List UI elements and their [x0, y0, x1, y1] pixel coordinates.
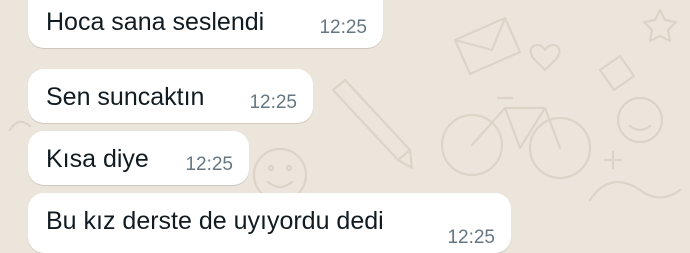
message-bubble[interactable]: Bu kız derste de uyıyordu dedi 12:25: [28, 193, 511, 253]
chat-messages[interactable]: Hoca sana seslendi 12:25 Sen suncaktın 1…: [0, 0, 690, 253]
message-timestamp: 12:25: [447, 227, 495, 248]
message-timestamp: 12:25: [319, 17, 367, 38]
message-text: Kısa diye: [46, 145, 149, 173]
message-bubble[interactable]: Kısa diye 12:25: [28, 131, 249, 185]
message-text: Bu kız derste de uyıyordu dedi: [46, 207, 384, 235]
message-bubble[interactable]: Hoca sana seslendi 12:25: [28, 0, 383, 48]
message-timestamp: 12:25: [185, 154, 233, 175]
message-text: Sen suncaktın: [46, 83, 205, 111]
message-text: Hoca sana seslendi: [46, 8, 265, 36]
message-bubble[interactable]: Sen suncaktın 12:25: [28, 69, 313, 123]
message-timestamp: 12:25: [249, 92, 297, 113]
